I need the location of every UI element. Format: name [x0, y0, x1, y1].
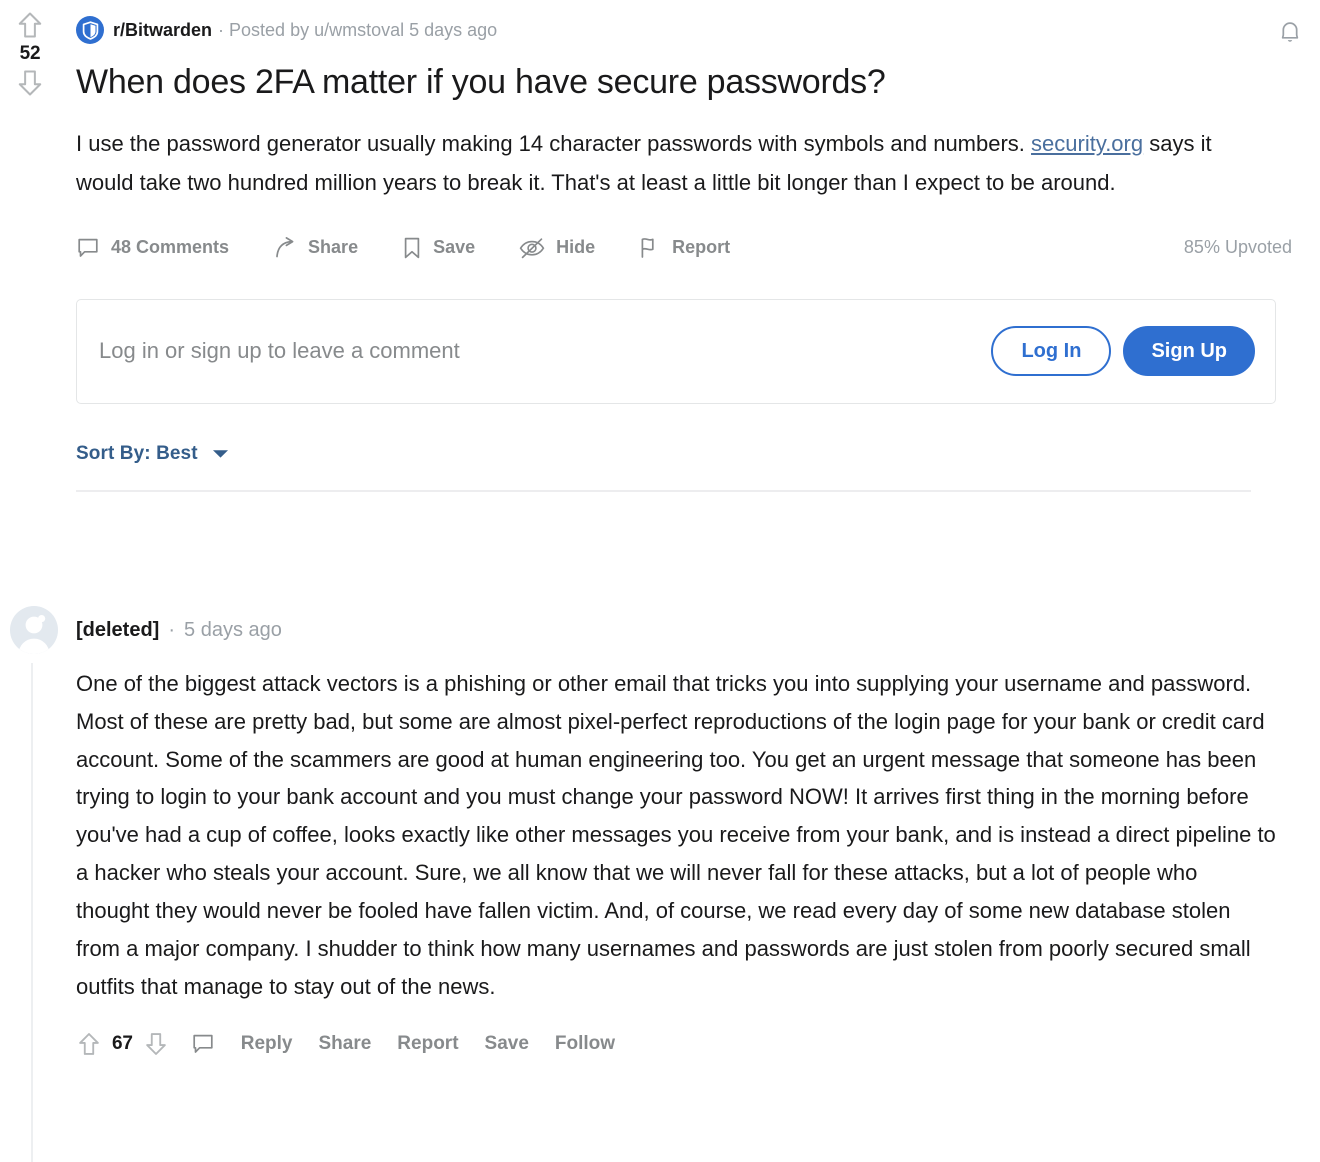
- login-signup-comment-box: Log in or sign up to leave a comment Log…: [76, 298, 1276, 404]
- flag-icon: [639, 236, 661, 260]
- downvote-arrow-icon[interactable]: [15, 68, 45, 98]
- report-label: Report: [672, 237, 731, 258]
- report-button[interactable]: Report: [639, 236, 730, 260]
- share-label: Share: [308, 237, 359, 258]
- comment-report-button[interactable]: Report: [397, 1033, 458, 1055]
- upvote-arrow-icon[interactable]: [15, 10, 45, 40]
- chevron-down-icon: [212, 448, 229, 459]
- post-body-text-before: I use the password generator usually mak…: [76, 131, 1032, 157]
- hide-label: Hide: [556, 237, 596, 258]
- post-score: 52: [19, 43, 41, 64]
- save-label: Save: [433, 237, 476, 258]
- save-button[interactable]: Save: [402, 236, 475, 260]
- upvote-arrow-icon[interactable]: [76, 1031, 102, 1057]
- upvoted-percentage: 85% Upvoted: [1183, 237, 1292, 258]
- comment-thread: [deleted] · 5 days ago One of the bigges…: [8, 605, 1308, 1162]
- comment-bubble-icon: [76, 236, 100, 260]
- bookmark-icon: [402, 236, 422, 260]
- comment-action-bar: 67 Reply Share Report Save Follow: [76, 1027, 1308, 1061]
- sign-up-button[interactable]: Sign Up: [1123, 326, 1255, 377]
- thread-collapse-line[interactable]: [31, 663, 33, 1162]
- share-button[interactable]: Share: [273, 236, 358, 260]
- log-in-button[interactable]: Log In: [991, 326, 1112, 377]
- comment-follow-button[interactable]: Follow: [555, 1033, 615, 1055]
- post-body: I use the password generator usually mak…: [76, 125, 1271, 201]
- login-prompt-text[interactable]: Log in or sign up to leave a comment: [99, 338, 991, 364]
- sort-by-label: Sort By: Best: [76, 442, 198, 464]
- comment-header: [deleted] · 5 days ago: [8, 605, 1308, 655]
- share-arrow-icon: [273, 236, 297, 260]
- comment-score: 67: [112, 1033, 133, 1055]
- reddit-post-page: 52 r/Bitwarden · Posted by u/wmstoval 5 …: [0, 0, 1320, 1162]
- comment-save-button[interactable]: Save: [485, 1033, 529, 1055]
- comment-separator: ·: [168, 618, 176, 641]
- comment-timestamp: 5 days ago: [184, 618, 282, 641]
- comments-label: 48 Comments: [111, 237, 230, 258]
- downvote-arrow-icon[interactable]: [143, 1031, 169, 1057]
- sort-divider: [76, 489, 1251, 492]
- subreddit-name[interactable]: r/Bitwarden: [113, 20, 212, 41]
- eye-slash-icon: [519, 236, 545, 260]
- sort-by-dropdown[interactable]: Sort By: Best: [76, 439, 1292, 469]
- hide-button[interactable]: Hide: [519, 236, 595, 260]
- bitwarden-shield-icon: [76, 16, 104, 44]
- comment-body: One of the biggest attack vectors is a p…: [76, 671, 1276, 999]
- post-vote-rail: 52: [8, 10, 52, 98]
- comment-bubble-icon[interactable]: [191, 1032, 215, 1056]
- comments-button[interactable]: 48 Comments: [76, 236, 229, 260]
- post-action-bar: 48 Comments Share Save Hide Report 85% U…: [76, 230, 1292, 266]
- comment-author[interactable]: [deleted]: [76, 619, 159, 642]
- security-org-link[interactable]: security.org: [1031, 131, 1143, 156]
- post-meta: r/Bitwarden · Posted by u/wmstoval 5 day…: [76, 10, 1292, 50]
- comment-reply-button[interactable]: Reply: [241, 1033, 293, 1055]
- post-content: r/Bitwarden · Posted by u/wmstoval 5 day…: [76, 0, 1292, 492]
- comment-share-button[interactable]: Share: [318, 1033, 371, 1055]
- post-byline: · Posted by u/wmstoval 5 days ago: [218, 19, 498, 40]
- post-title: When does 2FA matter if you have secure …: [76, 63, 886, 101]
- default-avatar-icon: [10, 606, 58, 654]
